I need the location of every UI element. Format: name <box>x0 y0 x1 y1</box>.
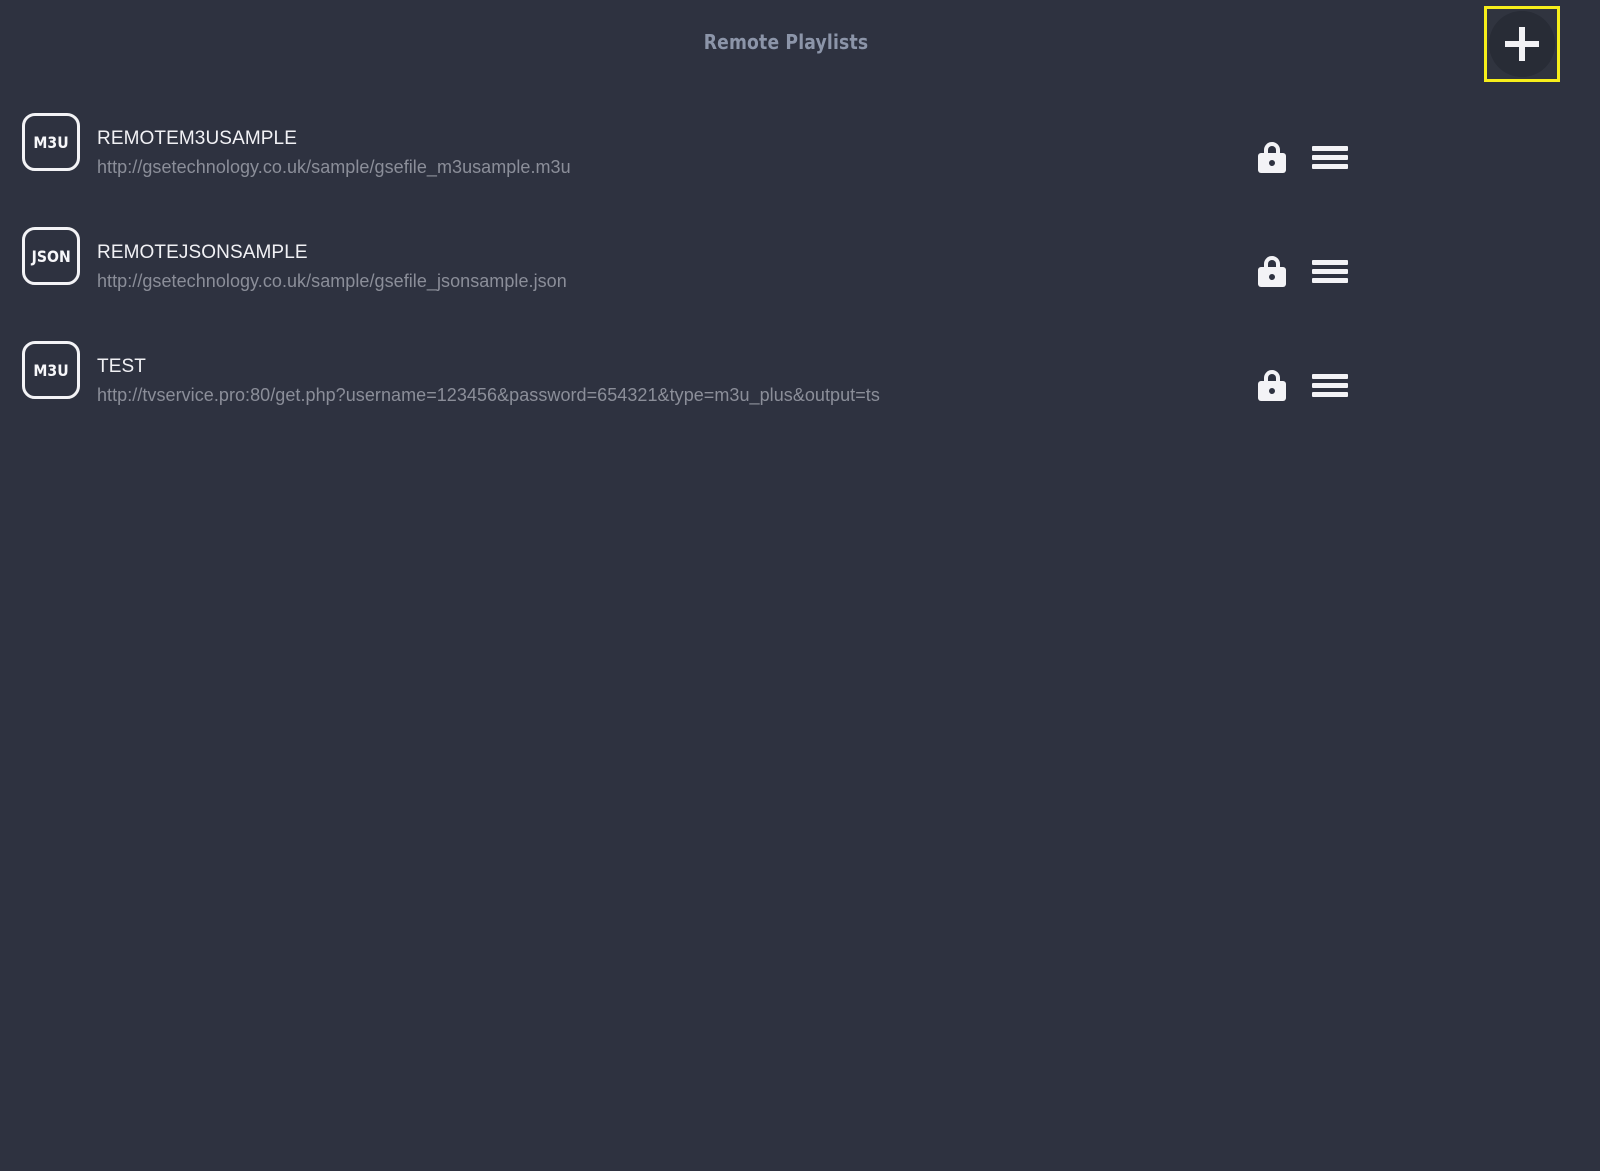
playlist-name: REMOTEJSONSAMPLE <box>97 242 308 263</box>
playlist-row-content: M3U REMOTEM3USAMPLE http://gsetechnology… <box>0 105 1600 219</box>
page-header: Remote Playlists <box>0 0 1600 92</box>
playlist-text-block: REMOTEM3USAMPLE http://gsetechnology.co.… <box>97 105 1227 178</box>
playlist-url: http://gsetechnology.co.uk/sample/gsefil… <box>97 271 567 291</box>
playlist-type-badge: M3U <box>22 113 80 171</box>
playlist-menu-button[interactable] <box>1312 255 1348 289</box>
playlist-row[interactable]: M3U REMOTEM3USAMPLE http://gsetechnology… <box>0 105 1600 219</box>
playlist-name: REMOTEM3USAMPLE <box>97 128 297 149</box>
playlist-type-badge: M3U <box>22 341 80 399</box>
lock-closed-icon <box>1258 256 1286 287</box>
lock-keyhole <box>1269 388 1275 394</box>
page-title: Remote Playlists <box>703 30 869 54</box>
playlist-name: TEST <box>97 356 146 377</box>
playlist-type-label: M3U <box>33 360 69 380</box>
playlist-text-block: REMOTEJSONSAMPLE http://gsetechnology.co… <box>97 219 1227 292</box>
remote-playlist-list: M3U REMOTEM3USAMPLE http://gsetechnology… <box>0 105 1600 447</box>
lock-keyhole <box>1269 160 1275 166</box>
hamburger-menu-icon <box>1312 146 1348 170</box>
lock-keyhole <box>1269 274 1275 280</box>
hamburger-menu-icon <box>1312 374 1348 398</box>
add-playlist-button-circle <box>1489 11 1555 77</box>
playlist-menu-button[interactable] <box>1312 141 1348 175</box>
playlist-type-label: JSON <box>31 246 71 266</box>
playlist-lock-button[interactable] <box>1256 141 1290 175</box>
plus-icon <box>1505 27 1539 61</box>
playlist-url: http://tvservice.pro:80/get.php?username… <box>97 385 880 405</box>
playlist-row-content: M3U TEST http://tvservice.pro:80/get.php… <box>0 333 1600 447</box>
playlist-url: http://gsetechnology.co.uk/sample/gsefil… <box>97 157 571 177</box>
lock-closed-icon <box>1258 142 1286 173</box>
lock-closed-icon <box>1258 370 1286 401</box>
playlist-type-label: M3U <box>33 132 69 152</box>
playlist-row[interactable]: JSON REMOTEJSONSAMPLE http://gsetechnolo… <box>0 219 1600 333</box>
playlist-text-block: TEST http://tvservice.pro:80/get.php?use… <box>97 333 1227 406</box>
playlist-row-content: JSON REMOTEJSONSAMPLE http://gsetechnolo… <box>0 219 1600 333</box>
hamburger-menu-icon <box>1312 260 1348 284</box>
playlist-lock-button[interactable] <box>1256 369 1290 403</box>
playlist-menu-button[interactable] <box>1312 369 1348 403</box>
playlist-lock-button[interactable] <box>1256 255 1290 289</box>
add-playlist-button[interactable] <box>1484 6 1560 82</box>
playlist-type-badge: JSON <box>22 227 80 285</box>
playlist-row[interactable]: M3U TEST http://tvservice.pro:80/get.php… <box>0 333 1600 447</box>
